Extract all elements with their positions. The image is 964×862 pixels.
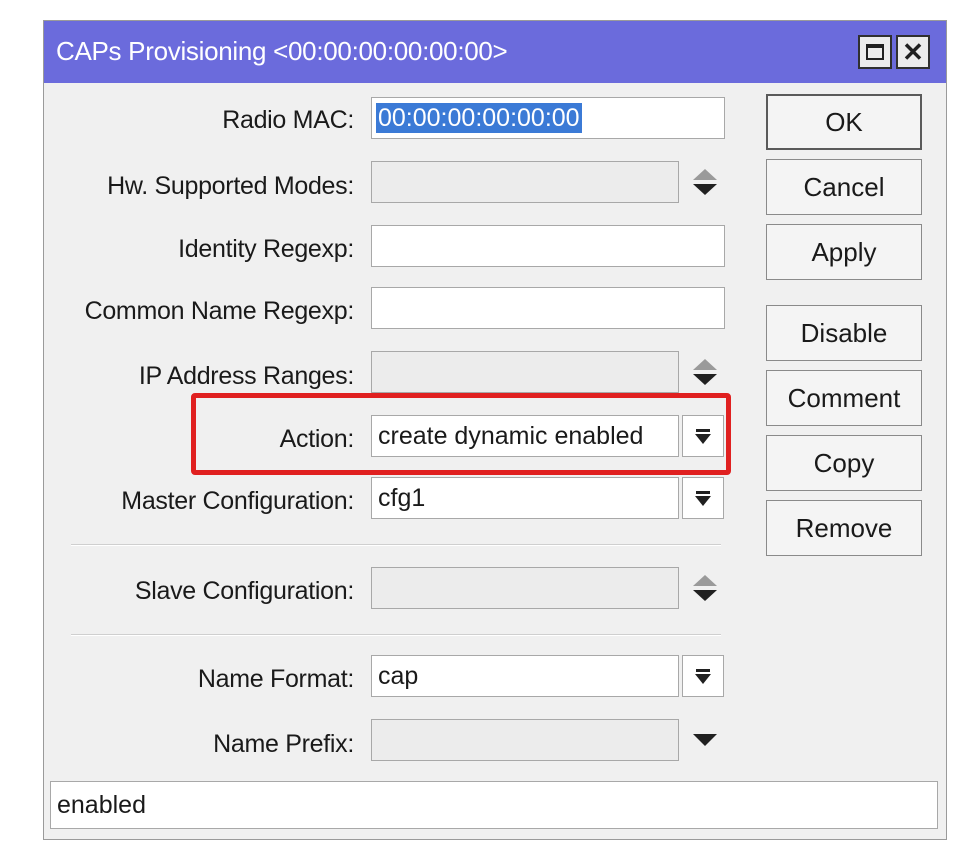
comment-button[interactable]: Comment [766,370,922,426]
maximize-button[interactable] [858,35,892,69]
window-title: CAPs Provisioning <00:00:00:00:00:00> [56,36,508,66]
slave-configuration-input[interactable] [371,567,679,609]
ok-button[interactable]: OK [766,94,922,150]
master-configuration-label: Master Configuration: [121,487,354,515]
hw-modes-updown[interactable] [690,162,720,202]
name-format-label: Name Format: [197,665,354,693]
chevron-down-icon [693,734,717,746]
chevron-down-icon [695,673,711,684]
separator [71,634,721,636]
radio-mac-label: Radio MAC: [222,106,354,134]
caps-provisioning-window: CAPs Provisioning <00:00:00:00:00:00> ✕ … [43,20,947,840]
title-bar[interactable]: CAPs Provisioning <00:00:00:00:00:00> ✕ [44,21,946,83]
arrow-down-icon [693,590,717,601]
status-text: enabled [57,791,146,819]
identity-regexp-label: Identity Regexp: [178,235,354,263]
dropdown-bar-icon [696,428,710,432]
arrow-up-icon [693,169,717,180]
action-dropdown-button[interactable] [682,415,724,457]
radio-mac-input[interactable]: 00:00:00:00:00:00 [371,97,725,139]
separator [71,544,721,546]
close-icon: ✕ [902,37,924,67]
ip-ranges-updown[interactable] [690,352,720,392]
maximize-icon [866,44,884,60]
slave-config-updown[interactable] [690,568,720,608]
dropdown-bar-icon [696,668,710,672]
cancel-button[interactable]: Cancel [766,159,922,215]
apply-button[interactable]: Apply [766,224,922,280]
ip-address-ranges-input[interactable] [371,351,679,393]
chevron-down-icon [695,495,711,506]
name-prefix-label: Name Prefix: [213,730,354,758]
dropdown-bar-icon [696,490,710,494]
name-format-select[interactable]: cap [371,655,679,697]
copy-button[interactable]: Copy [766,435,922,491]
hw-supported-modes-input[interactable] [371,161,679,203]
name-prefix-dropdown-button[interactable] [690,720,720,760]
radio-mac-value: 00:00:00:00:00:00 [376,103,582,133]
master-configuration-select[interactable]: cfg1 [371,477,679,519]
arrow-up-icon [693,575,717,586]
status-bar: enabled [50,781,938,829]
close-button[interactable]: ✕ [896,35,930,69]
common-name-regexp-input[interactable] [371,287,725,329]
master-configuration-dropdown-button[interactable] [682,477,724,519]
action-select[interactable]: create dynamic enabled [371,415,679,457]
chevron-down-icon [695,433,711,444]
identity-regexp-input[interactable] [371,225,725,267]
arrow-up-icon [693,359,717,370]
slave-configuration-label: Slave Configuration: [134,577,354,605]
arrow-down-icon [693,184,717,195]
hw-supported-modes-label: Hw. Supported Modes: [107,172,354,200]
ip-address-ranges-label: IP Address Ranges: [138,362,354,390]
name-format-dropdown-button[interactable] [682,655,724,697]
name-prefix-input[interactable] [371,719,679,761]
disable-button[interactable]: Disable [766,305,922,361]
arrow-down-icon [693,374,717,385]
common-name-regexp-label: Common Name Regexp: [84,297,355,325]
action-label: Action: [279,425,355,453]
remove-button[interactable]: Remove [766,500,922,556]
